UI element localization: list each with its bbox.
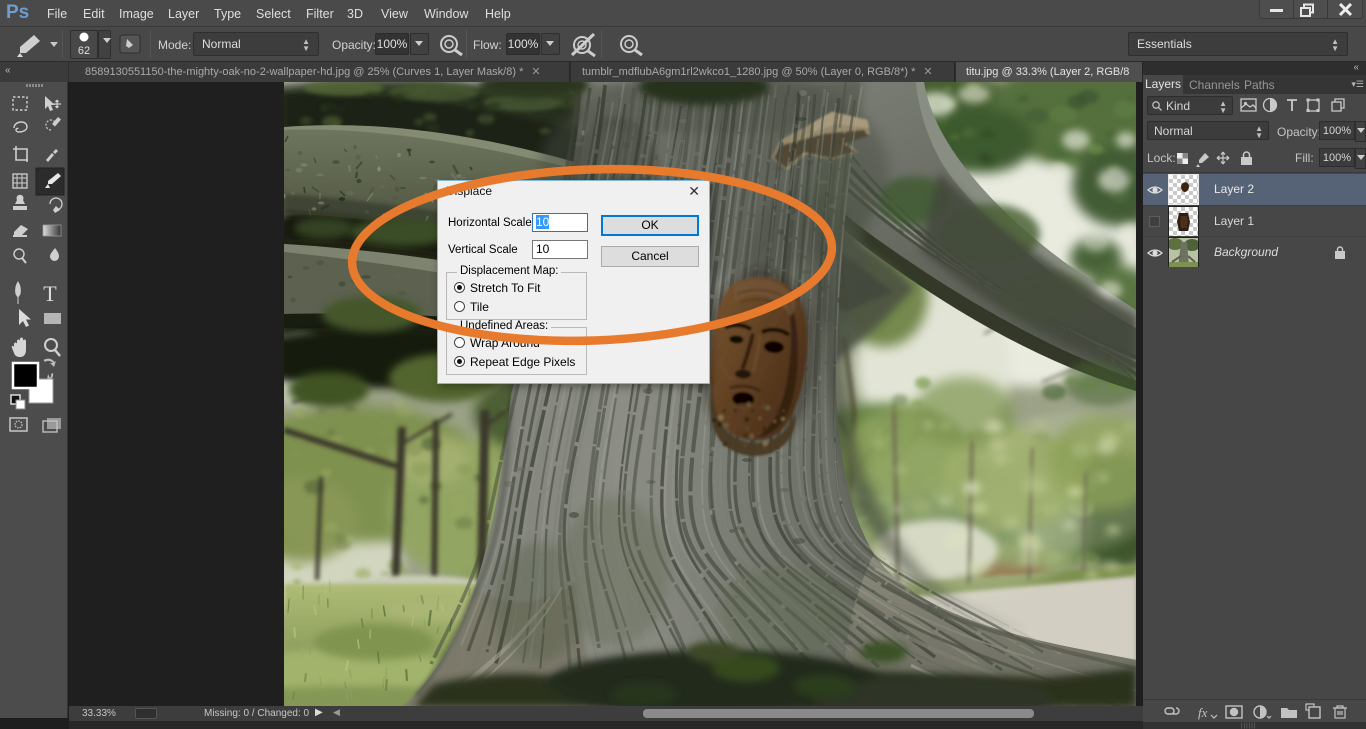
svg-text:fx: fx bbox=[1198, 705, 1208, 720]
svg-text:T: T bbox=[43, 281, 57, 306]
